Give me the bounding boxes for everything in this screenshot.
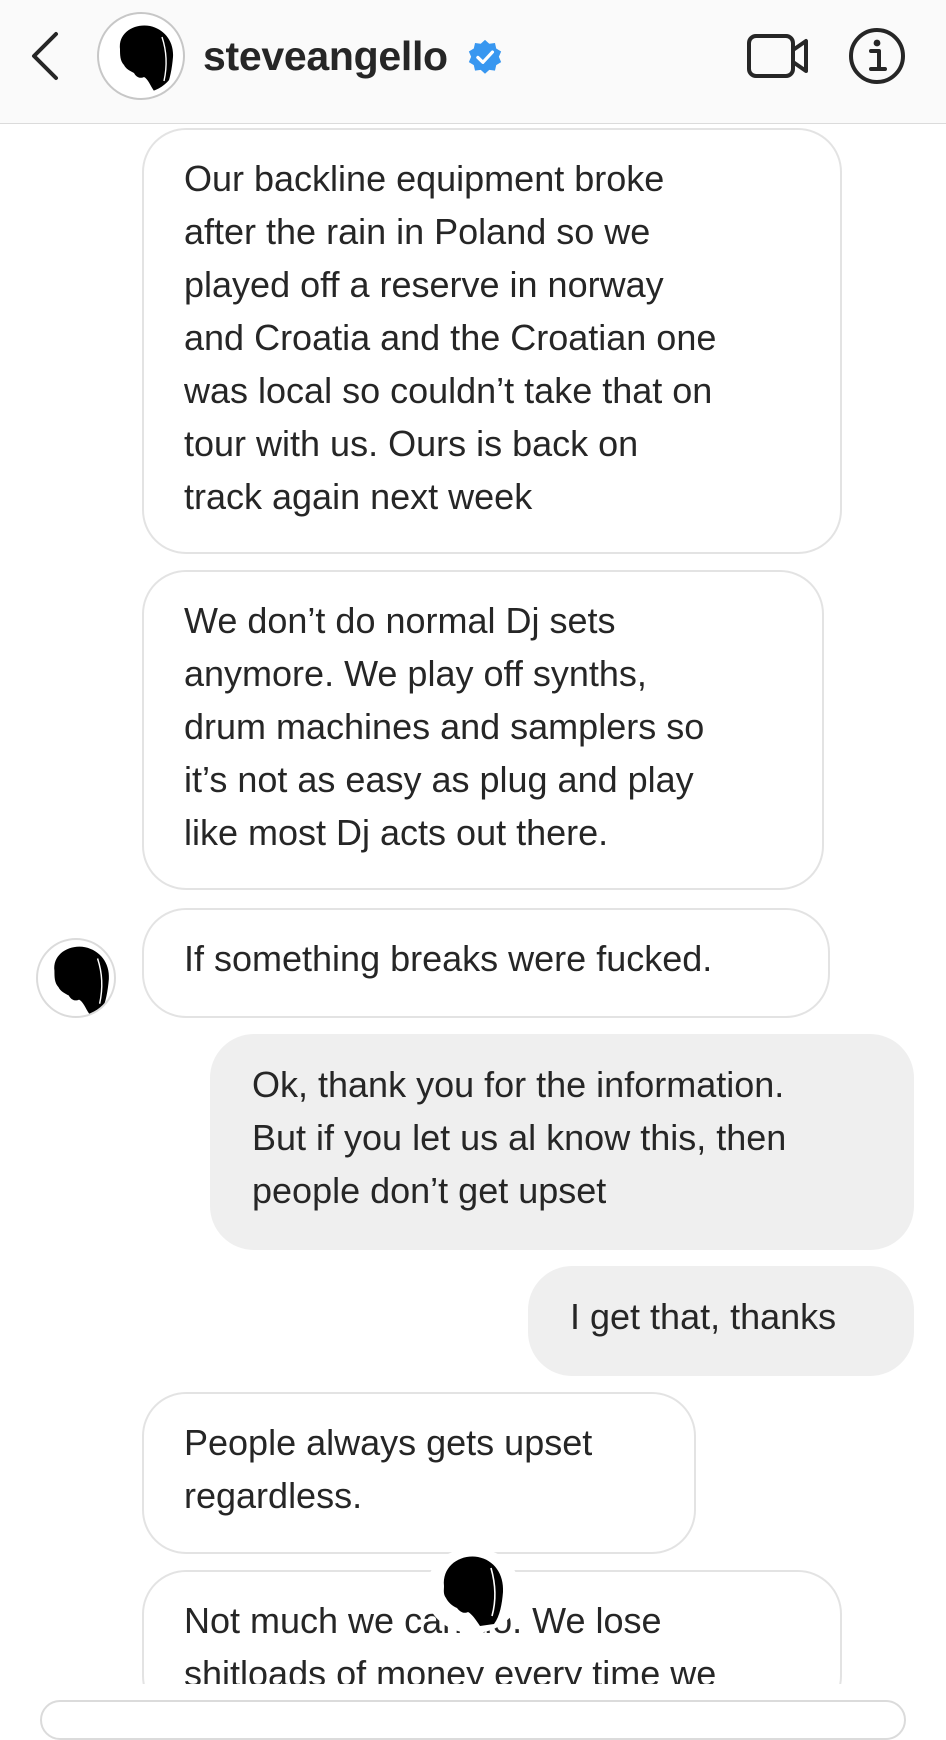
video-camera-icon — [747, 34, 808, 78]
info-icon — [849, 28, 905, 84]
chat-username[interactable]: steveangello — [203, 30, 448, 82]
message-bubble-sent[interactable]: Ok, thank you for the information. But i… — [210, 1034, 914, 1250]
message-bubble-received[interactable]: If something breaks were fucked. — [142, 908, 830, 1018]
chat-header: steveangello — [0, 0, 946, 124]
video-call-button[interactable] — [746, 30, 810, 82]
profile-silhouette-icon — [54, 946, 109, 1014]
message-bubble-received[interactable]: We don’t do normal Dj sets anymore. We p… — [142, 570, 824, 890]
header-avatar[interactable] — [97, 12, 185, 100]
message-bubble-received[interactable]: Our backline equipment broke after the r… — [142, 128, 842, 554]
profile-silhouette-icon — [119, 25, 174, 91]
reaction-avatar-overlay[interactable] — [420, 1542, 526, 1648]
profile-silhouette-icon — [426, 1548, 520, 1644]
message-composer[interactable] — [40, 1700, 906, 1740]
chevron-left-icon — [32, 32, 58, 80]
sender-avatar[interactable] — [36, 938, 116, 1018]
message-bubble-sent[interactable]: I get that, thanks — [528, 1266, 914, 1376]
info-button[interactable] — [847, 26, 907, 86]
back-button[interactable] — [26, 28, 66, 84]
message-bubble-received[interactable]: People always gets upset regardless. — [142, 1392, 696, 1554]
message-thread[interactable]: Our backline equipment broke after the r… — [0, 124, 946, 1684]
verified-badge-icon — [468, 39, 502, 74]
